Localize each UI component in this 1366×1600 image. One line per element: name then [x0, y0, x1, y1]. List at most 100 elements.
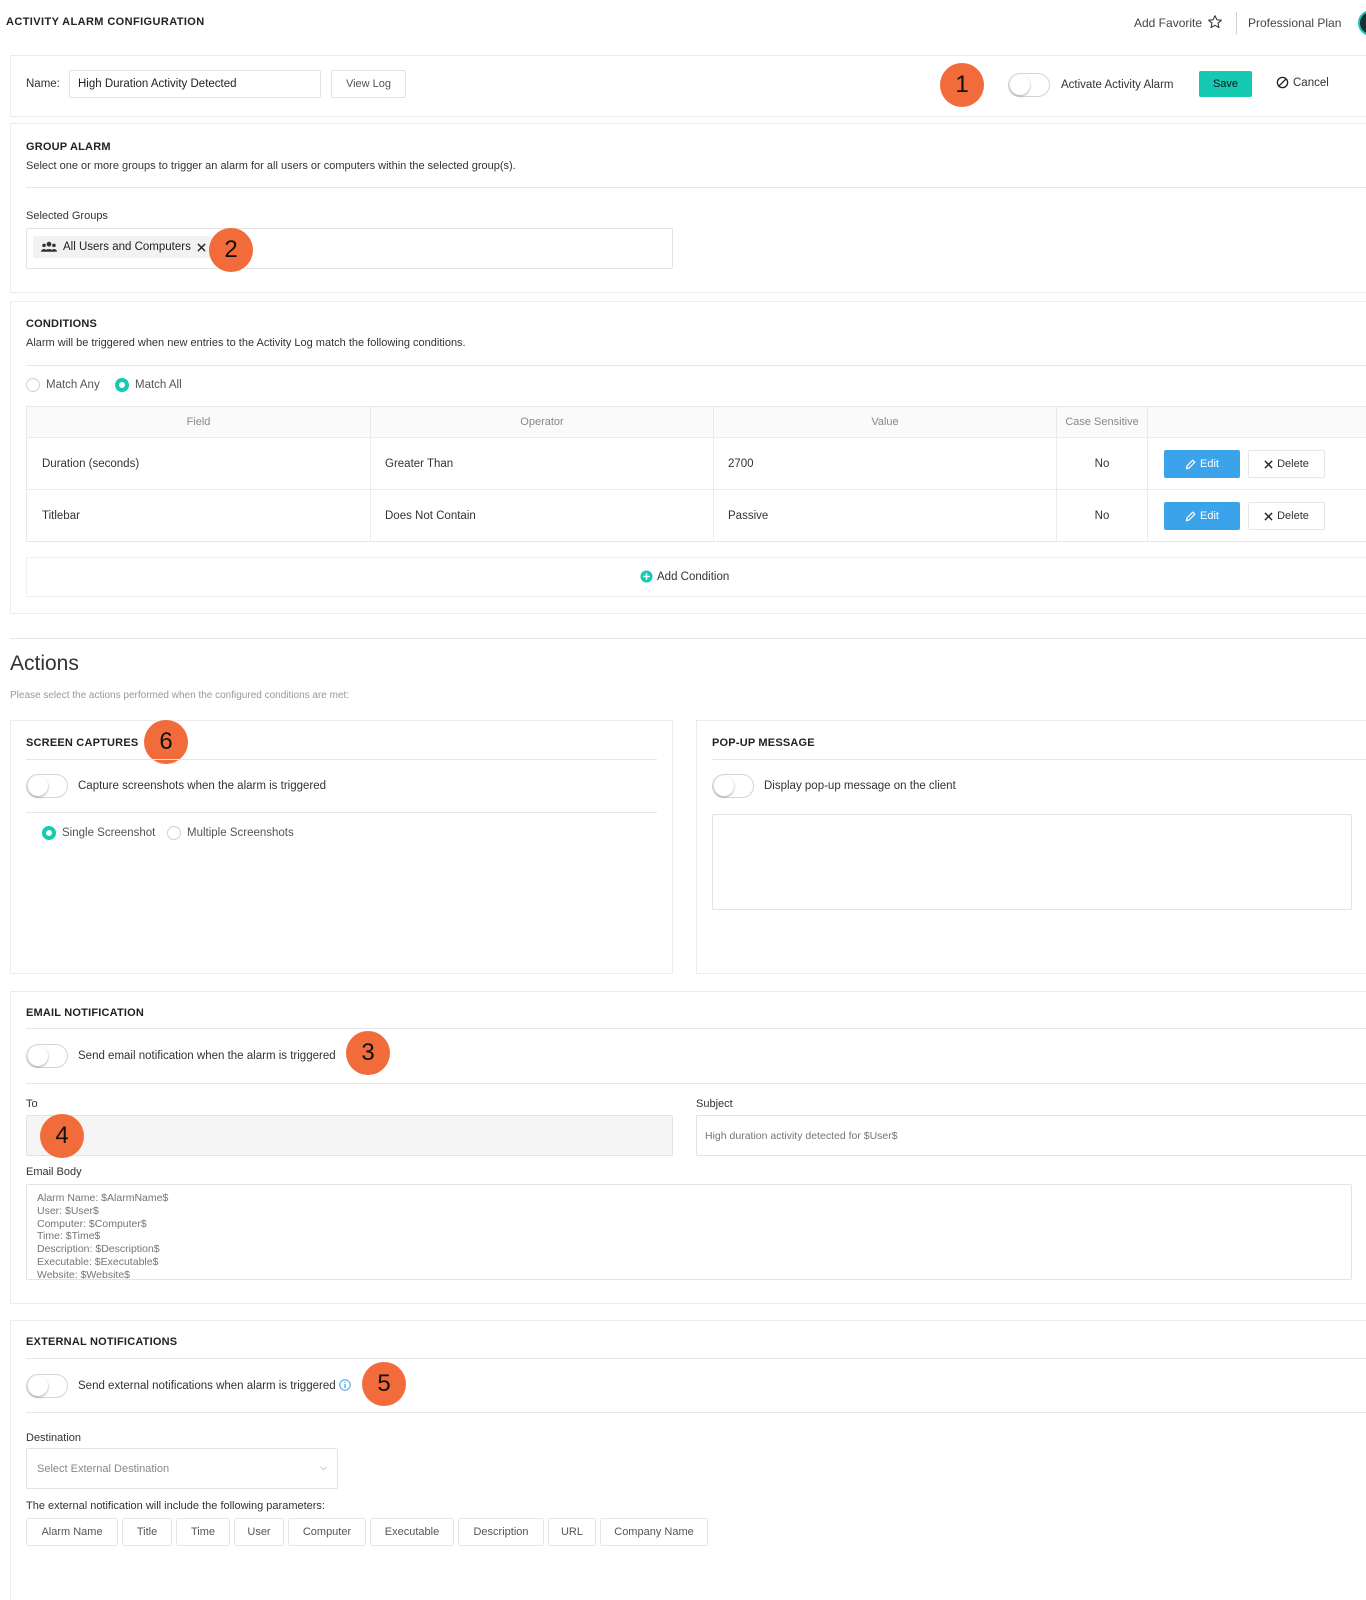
divider — [26, 1358, 1366, 1359]
delete-label: Delete — [1277, 510, 1309, 522]
screen-capture-toggle[interactable] — [26, 774, 68, 798]
cell-value: 2700 — [714, 438, 1057, 490]
cell-operator: Greater Than — [371, 438, 714, 490]
activate-alarm-toggle[interactable] — [1008, 73, 1050, 97]
params-label: The external notification will include t… — [26, 1500, 325, 1512]
star-icon[interactable] — [1207, 14, 1223, 30]
column-header-case-sensitive: Case Sensitive — [1057, 407, 1148, 437]
table-row: Duration (seconds) Greater Than 2700 No … — [27, 437, 1366, 490]
edit-label: Edit — [1200, 458, 1219, 470]
close-icon — [1264, 459, 1273, 469]
plan-label: Professional Plan — [1248, 16, 1342, 30]
cell-case-sensitive: No — [1057, 438, 1148, 490]
to-input[interactable] — [26, 1115, 673, 1156]
close-icon — [1264, 511, 1273, 521]
external-toggle[interactable] — [26, 1374, 68, 1398]
actions-title: Actions — [10, 652, 79, 675]
delete-label: Delete — [1277, 458, 1309, 470]
external-title: EXTERNAL NOTIFICATIONS — [26, 1336, 178, 1348]
conditions-description: Alarm will be triggered when new entries… — [26, 337, 466, 349]
header-divider — [1236, 12, 1237, 34]
divider — [26, 187, 1366, 188]
external-toggle-label: Send external notifications when alarm i… — [78, 1380, 336, 1392]
activate-alarm-label: Activate Activity Alarm — [1061, 79, 1174, 91]
divider — [26, 1412, 1366, 1413]
email-toggle-label: Send email notification when the alarm i… — [78, 1050, 336, 1062]
info-icon[interactable] — [339, 1379, 351, 1391]
divider — [26, 1028, 1366, 1029]
divider — [26, 1083, 1366, 1084]
multiple-screenshots-radio[interactable] — [167, 826, 181, 840]
table-row: Titlebar Does Not Contain Passive No Edi… — [27, 490, 1366, 542]
cancel-button[interactable]: Cancel — [1276, 76, 1329, 89]
edit-button[interactable]: Edit — [1164, 502, 1240, 530]
page-title: ACTIVITY ALARM CONFIGURATION — [6, 16, 205, 28]
single-screenshot-radio[interactable] — [42, 826, 56, 840]
param-company-name: Company Name — [600, 1518, 708, 1546]
popup-title: POP-UP MESSAGE — [712, 737, 815, 749]
pencil-icon — [1185, 511, 1196, 521]
destination-placeholder: Select External Destination — [37, 1462, 170, 1475]
to-label: To — [26, 1098, 38, 1110]
add-condition-button[interactable]: Add Condition — [640, 570, 729, 583]
selected-groups-label: Selected Groups — [26, 210, 108, 222]
conditions-title: CONDITIONS — [26, 318, 98, 330]
add-favorite-link[interactable]: Add Favorite — [1134, 16, 1202, 30]
pencil-icon — [1185, 459, 1196, 469]
group-alarm-title: GROUP ALARM — [26, 141, 111, 153]
marker-6: 6 — [144, 720, 188, 764]
group-chip[interactable]: All Users and Computers — [33, 236, 214, 258]
actions-description: Please select the actions performed when… — [10, 690, 350, 701]
popup-message-textarea[interactable] — [712, 814, 1352, 910]
divider — [26, 759, 657, 760]
cell-value: Passive — [714, 490, 1057, 542]
marker-2: 2 — [209, 228, 253, 272]
param-executable: Executable — [370, 1518, 454, 1546]
delete-button[interactable]: Delete — [1248, 502, 1325, 530]
email-title: EMAIL NOTIFICATION — [26, 1007, 145, 1019]
destination-select[interactable]: Select External Destination — [26, 1448, 338, 1489]
match-any-label: Match Any — [46, 379, 100, 391]
match-any-radio[interactable] — [26, 378, 40, 392]
match-all-radio[interactable] — [115, 378, 129, 392]
param-computer: Computer — [288, 1518, 366, 1546]
edit-button[interactable]: Edit — [1164, 450, 1240, 478]
divider — [712, 759, 1366, 760]
multiple-screenshots-label: Multiple Screenshots — [187, 827, 294, 839]
screen-captures-title: SCREEN CAPTURES — [26, 737, 139, 749]
group-chip-label: All Users and Computers — [63, 241, 191, 253]
subject-input[interactable] — [696, 1115, 1366, 1156]
destination-label: Destination — [26, 1432, 82, 1444]
single-screenshot-label: Single Screenshot — [62, 827, 156, 839]
cell-operator: Does Not Contain — [371, 490, 714, 542]
column-header-operator: Operator — [371, 407, 714, 437]
param-alarm-name: Alarm Name — [26, 1518, 118, 1546]
email-toggle[interactable] — [26, 1044, 68, 1068]
group-alarm-description: Select one or more groups to trigger an … — [26, 160, 516, 172]
screen-capture-label: Capture screenshots when the alarm is tr… — [78, 780, 327, 792]
param-user: User — [234, 1518, 284, 1546]
divider — [10, 638, 1366, 639]
param-description: Description — [458, 1518, 544, 1546]
column-header-value: Value — [714, 407, 1057, 437]
cell-case-sensitive: No — [1057, 490, 1148, 542]
cancel-label: Cancel — [1293, 76, 1329, 89]
match-all-label: Match All — [135, 379, 182, 391]
marker-3: 3 — [346, 1031, 390, 1075]
column-header-actions — [1148, 407, 1366, 437]
email-body-textarea[interactable] — [26, 1184, 1352, 1280]
param-title: Title — [122, 1518, 172, 1546]
save-button[interactable]: Save — [1199, 71, 1252, 97]
close-icon[interactable] — [197, 242, 206, 252]
add-condition-label: Add Condition — [657, 570, 730, 583]
cell-field: Titlebar — [27, 490, 371, 542]
view-log-button[interactable]: View Log — [331, 70, 406, 98]
popup-toggle[interactable] — [712, 774, 754, 798]
name-input[interactable]: High Duration Activity Detected — [69, 70, 321, 98]
conditions-table: Field Operator Value Case Sensitive Dura… — [26, 406, 1366, 542]
delete-button[interactable]: Delete — [1248, 450, 1325, 478]
users-icon — [41, 241, 57, 252]
email-body-label: Email Body — [26, 1166, 82, 1178]
avatar[interactable] — [1358, 10, 1366, 36]
divider — [26, 365, 1366, 366]
